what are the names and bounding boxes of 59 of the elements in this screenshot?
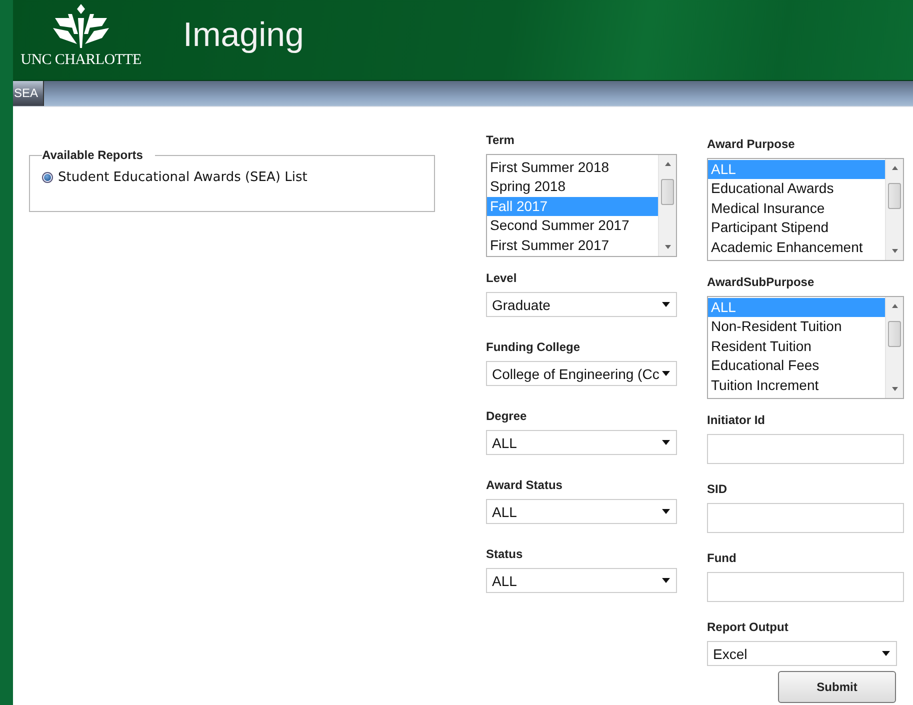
submit-button[interactable]: Submit [778, 671, 896, 703]
list-option[interactable]: Educational Awards [708, 179, 885, 199]
scroll-up-icon[interactable] [664, 162, 670, 166]
list-option[interactable]: Non-Resident Tuition [708, 317, 885, 337]
field-label: Level [486, 270, 518, 286]
scroll-thumb[interactable] [888, 321, 901, 347]
dropdown[interactable]: ALL [486, 430, 677, 455]
caret-icon [662, 578, 670, 583]
field-label: SID [707, 481, 728, 497]
list-option[interactable]: Second Summer 2017 [487, 216, 658, 236]
dropdown[interactable]: Excel [707, 641, 897, 666]
field-label: Status [486, 546, 524, 562]
list-option[interactable]: First Summer 2018 [487, 158, 658, 178]
app-title: Imaging [183, 15, 304, 56]
field-label: Fund [707, 550, 738, 566]
caret-icon [662, 302, 670, 307]
report-option-label[interactable]: Student Educational Awards (SEA) List [58, 170, 308, 185]
list-option[interactable]: Tuition Increment [708, 376, 885, 395]
scroll-up-icon[interactable] [892, 166, 898, 170]
nav-tab[interactable]: SEA [13, 81, 44, 106]
caret-icon [662, 509, 670, 514]
list-option[interactable]: Participant Stipend [708, 218, 885, 238]
scroll-down-icon[interactable] [664, 245, 670, 249]
field-label: Degree [486, 408, 528, 424]
scroll-down-icon[interactable] [892, 387, 898, 391]
list-box[interactable]: First Summer 2018 Spring 2018 Fall 2017 Second Summer 2017 First Summer 2017 [486, 154, 677, 257]
group-legend: Available Reports [42, 148, 155, 162]
input-field[interactable] [707, 503, 904, 533]
list-box[interactable]: ALL Non-Resident Tuition Resident Tuition Educational Fees Tuition Increment [707, 296, 904, 399]
list-option[interactable]: First Summer 2017 [487, 236, 658, 255]
list-box[interactable]: ALL Educational Awards Medical Insurance Participant Stipend Academic Enhancement [707, 158, 904, 261]
scroll-down-icon[interactable] [892, 249, 898, 253]
field-label: Funding College [486, 339, 581, 355]
logo-icon [50, 4, 112, 48]
dropdown[interactable]: College of Engineering (Cc [486, 361, 677, 386]
scroll-thumb[interactable] [661, 179, 674, 205]
field-label: Initiator Id [707, 412, 766, 428]
field-label: Award Status [486, 477, 564, 493]
field-label: Award Purpose [707, 136, 796, 152]
logo-text: UNC CHARLOTTE [20, 52, 142, 69]
list-option[interactable]: Spring 2018 [487, 177, 658, 197]
input-field[interactable] [707, 434, 904, 464]
field-label: AwardSubPurpose [707, 274, 816, 290]
field-label: Term [486, 132, 516, 148]
dropdown[interactable]: ALL [486, 499, 677, 524]
list-option[interactable]: Academic Enhancement [708, 238, 885, 257]
caret-icon [662, 440, 670, 445]
scroll-up-icon[interactable] [892, 304, 898, 308]
dropdown[interactable]: Graduate [486, 292, 677, 317]
scroll-thumb[interactable] [888, 183, 901, 209]
input-field[interactable] [707, 572, 904, 602]
list-option[interactable]: Resident Tuition [708, 336, 885, 356]
dropdown[interactable]: ALL [486, 568, 677, 593]
caret-icon [882, 651, 890, 656]
field-label: Report Output [707, 619, 790, 635]
list-option[interactable]: Medical Insurance [708, 198, 885, 218]
caret-icon [662, 371, 670, 376]
list-option[interactable]: Educational Fees [708, 356, 885, 376]
radio-button[interactable] [42, 172, 53, 183]
